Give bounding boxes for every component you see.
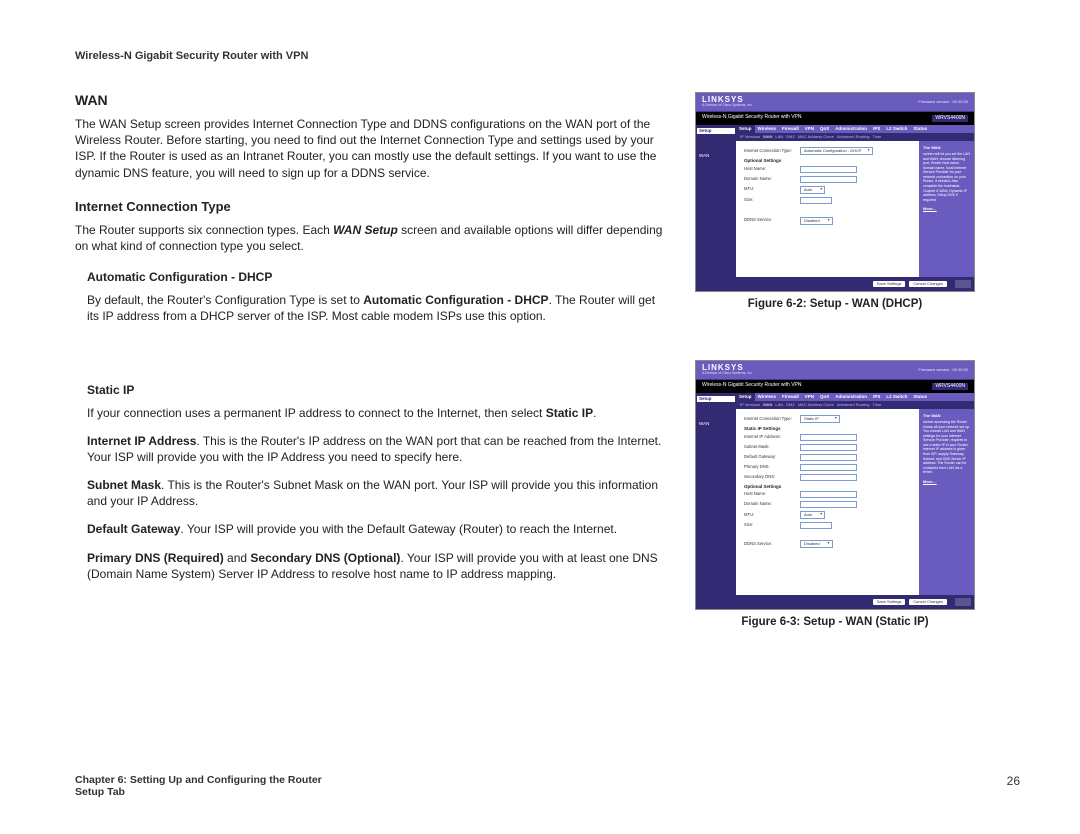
figure-column: LINKSYS A Division of Cisco Systems, Inc… [695,92,975,648]
fig1-domain-input [800,176,857,183]
page-number: 26 [1007,774,1020,798]
para-static-intro: If your connection uses a permanent IP a… [87,405,665,421]
para-ict: The Router supports six connection types… [75,222,665,254]
figure-6-2: LINKSYS A Division of Cisco Systems, Inc… [695,92,975,310]
para-subnet-mask: Subnet Mask. This is the Router's Subnet… [87,477,665,509]
fig1-ict-select: Automatic Configuration - DHCP [800,147,873,155]
para-dns: Primary DNS (Required) and Secondary DNS… [87,550,665,582]
para-internet-ip: Internet IP Address. This is the Router'… [87,433,665,465]
para-default-gateway: Default Gateway. Your ISP will provide y… [87,521,665,537]
fig2-thumb: LINKSYS A Division of Cisco Systems, Inc… [695,360,975,610]
fig2-ict-select: Static IP [800,415,840,423]
fig1-tabs: Setup Wireless Firewall VPN QoS Administ… [736,125,974,134]
figure-6-3: LINKSYS A Division of Cisco Systems, Inc… [695,360,975,628]
fig2-caption: Figure 6-3: Setup - WAN (Static IP) [695,616,975,628]
heading-dhcp: Automatic Configuration - DHCP [87,270,665,284]
heading-wan: WAN [75,92,665,108]
cisco-logo-icon [955,598,971,606]
heading-static: Static IP [87,383,665,397]
main-text-column: WAN The WAN Setup screen provides Intern… [75,92,665,648]
fig1-caption: Figure 6-2: Setup - WAN (DHCP) [695,298,975,310]
para-dhcp: By default, the Router's Configuration T… [87,292,665,324]
fig1-mtu-select: Auto [800,186,825,194]
doc-header: Wireless-N Gigabit Security Router with … [75,50,1020,62]
fig2-cancel-button: Cancel Changes [909,599,947,605]
page-footer: Chapter 6: Setting Up and Configuring th… [75,774,1020,798]
fig1-cancel-button: Cancel Changes [909,281,947,287]
fig1-ddns-select: Disabled [800,217,833,225]
para-wan: The WAN Setup screen provides Internet C… [75,116,665,181]
fig1-host-input [800,166,857,173]
heading-ict: Internet Connection Type [75,199,665,214]
fig2-save-button: Save Settings [873,599,906,605]
fig1-thumb: LINKSYS A Division of Cisco Systems, Inc… [695,92,975,292]
fig1-save-button: Save Settings [873,281,906,287]
cisco-logo-icon [955,280,971,288]
fig1-size-input [800,197,832,204]
